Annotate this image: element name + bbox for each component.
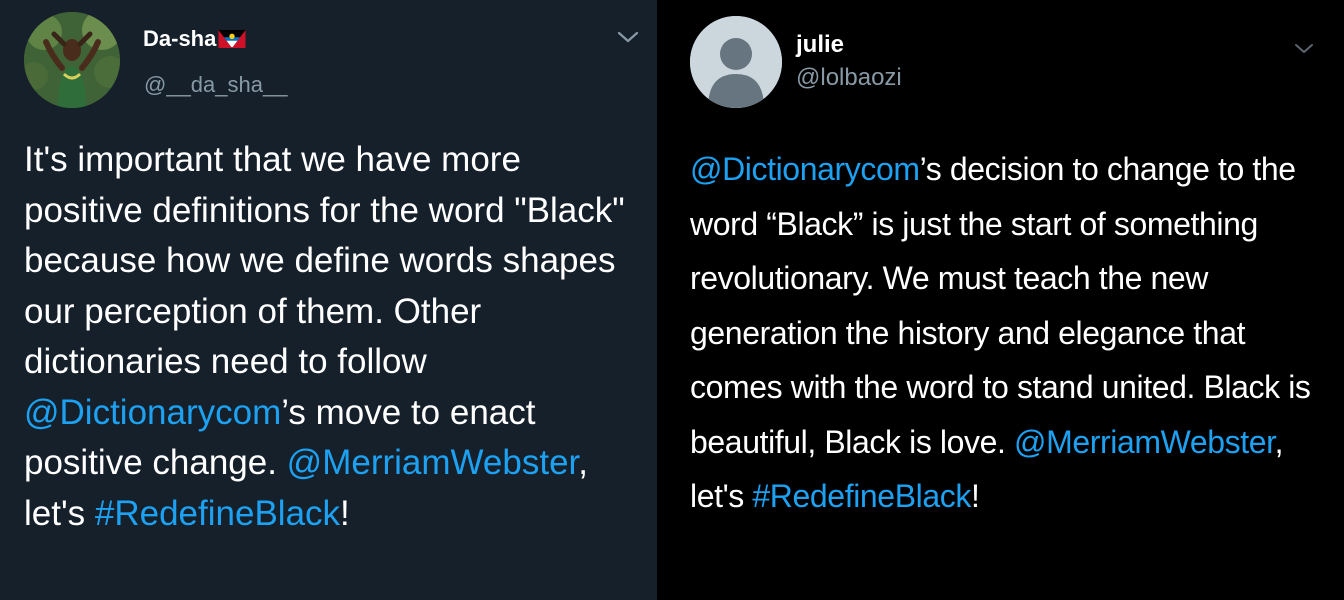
user-avatar[interactable]	[24, 12, 120, 108]
left-tweet: Da-sha @__da_sha__ It's important that w…	[0, 0, 657, 600]
mention-link[interactable]: @Dictionarycom	[690, 151, 920, 187]
mention-link[interactable]: @Dictionarycom	[24, 393, 281, 432]
display-name[interactable]: Da-sha	[143, 26, 246, 52]
tweet-text: It's important that we have more positiv…	[24, 140, 625, 533]
user-handle[interactable]: @__da_sha__	[144, 72, 287, 98]
mention-link[interactable]: @MerriamWebster	[287, 443, 579, 482]
tweet-text: @Dictionarycom’s decision to change to t…	[690, 151, 1311, 514]
user-handle[interactable]: @lolbaozi	[796, 64, 902, 92]
mention-link[interactable]: @MerriamWebster	[1014, 424, 1275, 460]
avatar-photo	[24, 12, 120, 108]
chevron-down-icon[interactable]	[1293, 42, 1315, 56]
user-avatar[interactable]	[690, 16, 782, 108]
chevron-down-icon[interactable]	[617, 30, 639, 44]
hashtag-link[interactable]: #RedefineBlack	[95, 494, 340, 533]
display-name[interactable]: julie	[796, 31, 844, 59]
right-tweet: julie @lolbaozi @Dictionarycom’s decisio…	[657, 0, 1344, 600]
default-avatar-icon	[690, 16, 782, 108]
hashtag-link[interactable]: #RedefineBlack	[752, 478, 971, 514]
display-name-text: Da-sha	[143, 26, 217, 51]
antigua-flag-icon	[218, 30, 246, 48]
